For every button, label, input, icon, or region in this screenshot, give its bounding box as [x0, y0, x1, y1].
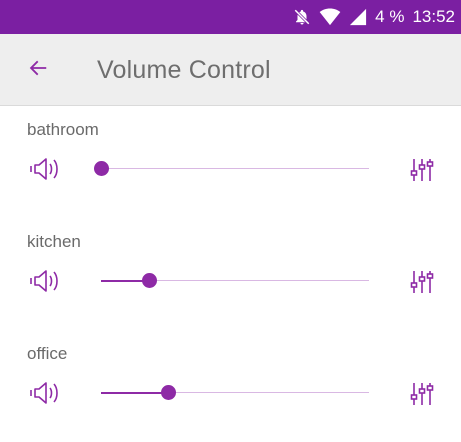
arrow-back-icon: [27, 57, 49, 84]
volume-slider[interactable]: [94, 158, 369, 180]
wifi-icon: [319, 8, 341, 26]
volume-slider[interactable]: [101, 382, 369, 404]
page-title: Volume Control: [97, 56, 271, 84]
speaker-button[interactable]: [29, 266, 63, 296]
speaker-icon: [29, 382, 63, 412]
room-name: kitchen: [27, 232, 81, 251]
room-name: office: [27, 344, 68, 363]
clock: 13:52: [412, 7, 455, 26]
equalizer-button[interactable]: [408, 380, 436, 408]
battery-text: 4 %: [375, 7, 405, 26]
back-button[interactable]: [22, 54, 54, 86]
speaker-icon: [29, 270, 63, 300]
equalizer-button[interactable]: [408, 156, 436, 184]
slider-thumb[interactable]: [161, 385, 176, 400]
speaker-icon: [29, 158, 63, 188]
equalizer-icon: [408, 383, 436, 412]
room-office: office: [0, 330, 461, 442]
signal-icon: [349, 8, 367, 26]
slider-track: [101, 168, 369, 169]
speaker-button[interactable]: [29, 378, 63, 408]
room-kitchen: kitchen: [0, 218, 461, 330]
status-icons: 4 % 13:52: [293, 0, 455, 34]
slider-thumb[interactable]: [142, 273, 158, 288]
equalizer-button[interactable]: [408, 268, 436, 296]
equalizer-icon: [408, 271, 436, 300]
status-bar: 4 % 13:52: [0, 0, 461, 34]
speaker-button[interactable]: [29, 154, 63, 184]
volume-slider[interactable]: [101, 270, 369, 292]
room-name: bathroom: [27, 120, 99, 139]
app-bar: Volume Control: [0, 34, 461, 106]
notifications-off-icon: [293, 8, 311, 26]
room-bathroom: bathroom: [0, 106, 461, 218]
slider-thumb[interactable]: [94, 161, 109, 176]
equalizer-icon: [408, 159, 436, 188]
slider-fill: [101, 392, 168, 394]
